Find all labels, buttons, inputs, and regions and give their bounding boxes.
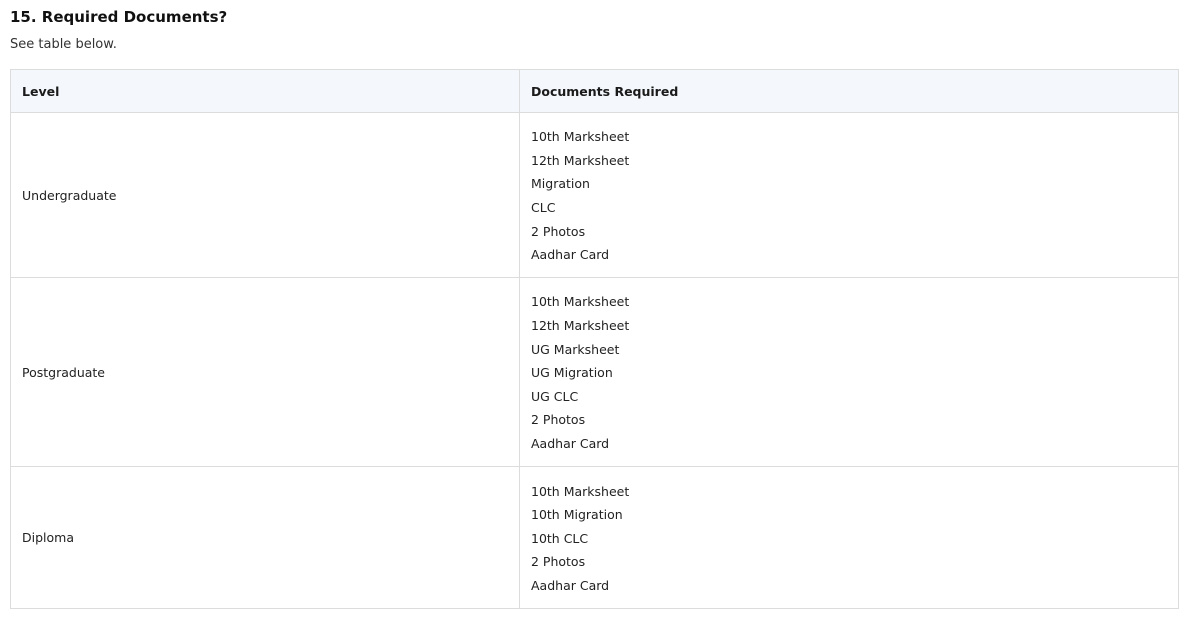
- list-item: Aadhar Card: [531, 247, 610, 263]
- section-heading: 15. Required Documents?: [10, 8, 228, 26]
- list-item: UG Migration: [531, 365, 613, 381]
- level-cell: Diploma: [10, 466, 520, 609]
- documents-list: 10th Marksheet 10th Migration 10th CLC 2…: [531, 468, 1178, 608]
- documents-list: 10th Marksheet 12th Marksheet Migration …: [531, 113, 1178, 277]
- list-item: 10th Migration: [531, 507, 623, 523]
- list-item: 2 Photos: [531, 223, 586, 239]
- list-item: UG CLC: [531, 388, 579, 404]
- required-documents-section: 15. Required Documents? See table below.…: [10, 0, 1179, 609]
- list-item: 10th CLC: [531, 530, 589, 546]
- list-item: CLC: [531, 200, 556, 215]
- list-item: 10th Marksheet: [531, 129, 630, 145]
- documents-list: 10th Marksheet 12th Marksheet UG Markshe…: [531, 278, 1178, 465]
- list-item: Aadhar Card: [531, 435, 610, 451]
- level-cell: Postgraduate: [10, 277, 520, 467]
- list-item: 10th Marksheet: [531, 294, 630, 310]
- list-item: 2 Photos: [531, 412, 586, 428]
- table-row: Postgraduate 10th Marksheet 12th Markshe…: [10, 277, 1179, 467]
- table-row: Diploma 10th Marksheet 10th Migration 10…: [10, 466, 1179, 609]
- column-header-level: Level: [10, 69, 520, 113]
- documents-cell: 10th Marksheet 12th Marksheet Migration …: [519, 112, 1179, 278]
- documents-cell: 10th Marksheet 10th Migration 10th CLC 2…: [519, 466, 1179, 609]
- list-item: 12th Marksheet: [531, 152, 630, 168]
- documents-cell: 10th Marksheet 12th Marksheet UG Markshe…: [519, 277, 1179, 467]
- level-cell: Undergraduate: [10, 112, 520, 278]
- list-item: UG Marksheet: [531, 341, 620, 357]
- list-item: Aadhar Card: [531, 577, 610, 593]
- table-row: Undergraduate 10th Marksheet 12th Marksh…: [10, 112, 1179, 278]
- documents-table: Level Documents Required Undergraduate 1…: [10, 69, 1179, 609]
- list-item: 2 Photos: [531, 554, 586, 570]
- section-intro: See table below.: [10, 37, 117, 52]
- list-item: Migration: [531, 176, 590, 192]
- column-header-documents: Documents Required: [519, 69, 1179, 113]
- list-item: 10th Marksheet: [531, 483, 630, 499]
- table-header-row: Level Documents Required: [10, 69, 1179, 113]
- list-item: 12th Marksheet: [531, 318, 630, 334]
